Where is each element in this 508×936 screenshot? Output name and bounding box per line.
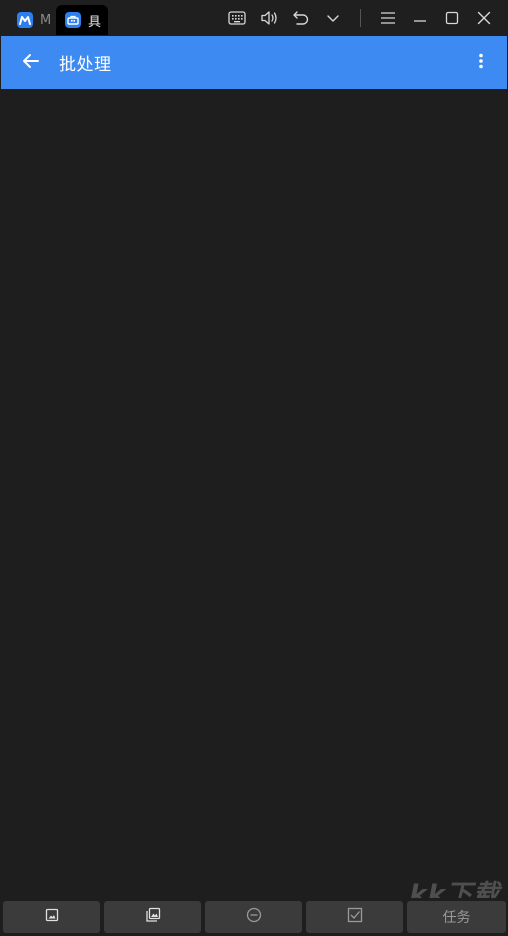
keyboard-button[interactable] [221,0,253,36]
keyboard-icon [228,11,246,25]
page-title: 批处理 [59,55,112,75]
chevron-down-icon [326,13,340,23]
tab-app-1[interactable]: M [8,5,56,35]
title-bar: M 具 [0,0,508,36]
toolbar-divider [360,9,361,27]
volume-button[interactable] [253,0,285,36]
more-options-button[interactable] [467,36,495,89]
minimize-button[interactable] [404,0,436,36]
tab-label: M [40,12,50,28]
dropdown-button[interactable] [317,0,349,36]
undo-icon [292,10,310,26]
maximize-button[interactable] [436,0,468,36]
add-images-button[interactable] [104,901,201,933]
batch-list-area [1,89,507,898]
add-image-button[interactable] [3,901,100,933]
app-bar: 批处理 [1,36,507,89]
tab-label: 具 [88,14,102,30]
hamburger-menu-icon [380,11,396,25]
maximize-icon [445,11,459,25]
back-button[interactable] [11,36,51,89]
image-icon [45,908,59,926]
back-arrow-icon [22,53,40,73]
app-logo-icon [17,12,33,28]
task-button[interactable]: 任务 [407,901,506,933]
image-multiple-icon [145,907,161,927]
close-button[interactable] [468,0,500,36]
minimize-icon [413,11,427,25]
close-icon [477,11,491,25]
menu-button[interactable] [372,0,404,36]
select-all-button[interactable] [306,901,403,933]
tab-app-2[interactable]: 具 [56,5,108,35]
app-window: M 具 批处理 kk下载 任务 [0,0,508,936]
bottom-toolbar: 任务 [0,898,508,936]
checkbox-icon [347,907,363,927]
volume-icon [260,10,278,26]
remove-button[interactable] [205,901,302,933]
minus-circle-icon [246,907,262,927]
more-vert-icon [478,53,484,73]
title-toolbar [221,0,508,36]
toolbox-icon [65,12,81,28]
undo-button[interactable] [285,0,317,36]
